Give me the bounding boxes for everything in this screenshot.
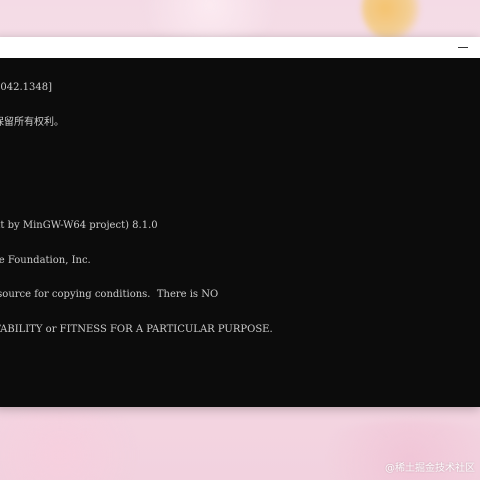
wallpaper-petal-gold	[362, 0, 420, 40]
watermark: @稀土掘金技术社区	[385, 463, 475, 474]
minimize-button[interactable]	[450, 37, 476, 58]
minimize-icon	[458, 47, 468, 48]
console-line: ilt by MinGW-W64 project) 8.1.0	[0, 220, 158, 231]
wallpaper-petal	[0, 410, 160, 480]
console-line: TABILITY or FITNESS FOR A PARTICULAR PUR…	[0, 323, 273, 335]
console-line: re Foundation, Inc.	[0, 254, 91, 266]
wallpaper-petal	[120, 0, 300, 40]
console-line: 保留所有权利。	[0, 116, 64, 128]
console-window[interactable]: 9042.1348] 保留所有权利。 ilt by MinGW-W64 proj…	[0, 37, 480, 407]
console-output[interactable]: 9042.1348] 保留所有权利。 ilt by MinGW-W64 proj…	[0, 58, 480, 408]
console-line: source for copying conditions. There is …	[0, 289, 219, 300]
window-titlebar[interactable]	[0, 37, 480, 58]
console-line: 9042.1348]	[0, 82, 52, 93]
